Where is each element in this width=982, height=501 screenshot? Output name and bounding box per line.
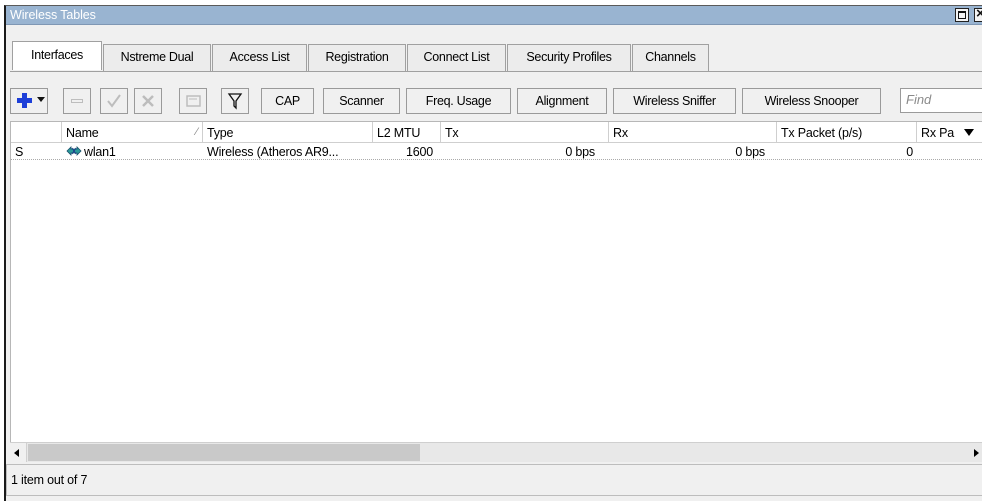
wireless-sniffer-button[interactable]: Wireless Sniffer <box>613 88 736 114</box>
scanner-label: Scanner <box>339 94 384 108</box>
table-header: Name ⁄ Type L2 MTU Tx Rx Tx Packet (p/s)… <box>11 122 982 143</box>
column-label: Type <box>207 126 234 140</box>
cap-button[interactable]: CAP <box>261 88 314 114</box>
wireless-sniffer-label: Wireless Sniffer <box>633 94 716 108</box>
arrow-right-icon[interactable] <box>974 449 979 457</box>
interfaces-table: Name ⁄ Type L2 MTU Tx Rx Tx Packet (p/s)… <box>10 121 982 458</box>
cap-label: CAP <box>275 94 300 108</box>
tab-security-profiles[interactable]: Security Profiles <box>507 44 631 71</box>
column-label: L2 MTU <box>377 126 421 140</box>
scanner-button[interactable]: Scanner <box>323 88 400 114</box>
filter-icon <box>227 93 243 110</box>
filter-button[interactable] <box>221 88 249 114</box>
column-header-name[interactable]: Name <box>62 122 203 143</box>
status-bar: 1 item out of 7 <box>6 464 982 496</box>
maximize-icon[interactable] <box>955 8 969 22</box>
wireless-snooper-label: Wireless Snooper <box>764 94 859 108</box>
column-label: Rx Pa <box>921 126 955 140</box>
tab-connect-list[interactable]: Connect List <box>407 44 506 71</box>
comment-button[interactable] <box>179 88 207 114</box>
disable-button[interactable] <box>134 88 162 114</box>
column-menu-chevron-icon[interactable] <box>964 129 974 136</box>
table-row[interactable]: S wlan1 Wireless (Atheros AR9... 1600 0 … <box>11 144 982 160</box>
tab-label: Interfaces <box>31 48 83 62</box>
tab-label: Registration <box>325 50 389 64</box>
column-header-l2-mtu[interactable]: L2 MTU <box>373 122 441 143</box>
check-icon <box>107 94 121 108</box>
scrollbar-thumb[interactable] <box>28 444 420 461</box>
tab-strip-divider <box>10 71 982 72</box>
enable-button[interactable] <box>100 88 128 114</box>
add-button[interactable] <box>10 88 48 114</box>
close-icon[interactable] <box>974 5 982 22</box>
cross-icon <box>142 95 154 107</box>
freq-usage-label: Freq. Usage <box>425 94 492 108</box>
column-label: Tx Packet (p/s) <box>781 126 863 140</box>
plus-icon <box>16 90 34 110</box>
column-header-type[interactable]: Type <box>203 122 373 143</box>
cell-flag: S <box>15 145 24 159</box>
column-header-tx[interactable]: Tx <box>441 122 609 143</box>
cell-tx-packet: 0 <box>906 145 913 159</box>
status-cell: 1 item out of 7 <box>6 465 982 496</box>
cell-l2-mtu: 1600 <box>405 145 433 159</box>
cell-name: wlan1 <box>66 144 201 160</box>
status-text: 1 item out of 7 <box>11 473 88 487</box>
column-header-tx-packet[interactable]: Tx Packet (p/s) <box>777 122 917 143</box>
column-header-rx[interactable]: Rx <box>609 122 777 143</box>
wireless-interface-icon <box>66 146 82 156</box>
tab-label: Security Profiles <box>526 50 612 64</box>
alignment-button[interactable]: Alignment <box>517 88 607 114</box>
cell-name-text: wlan1 <box>84 145 116 159</box>
cell-rx: 0 bps <box>735 145 765 159</box>
note-icon <box>186 95 201 107</box>
tab-nstreme-dual[interactable]: Nstreme Dual <box>103 44 211 71</box>
tab-channels[interactable]: Channels <box>632 44 709 71</box>
tab-label: Nstreme Dual <box>120 50 194 64</box>
tab-interfaces[interactable]: Interfaces <box>12 41 102 70</box>
remove-button[interactable] <box>63 88 91 114</box>
horizontal-scrollbar[interactable] <box>10 442 982 462</box>
arrow-left-icon <box>14 449 19 457</box>
column-label: Tx <box>445 126 459 140</box>
window-titlebar[interactable]: Wireless Tables <box>6 5 982 25</box>
freq-usage-button[interactable]: Freq. Usage <box>406 88 511 114</box>
cell-tx: 0 bps <box>565 145 595 159</box>
tab-label: Access List <box>229 50 290 64</box>
find-placeholder: Find <box>906 92 932 107</box>
tab-access-list[interactable]: Access List <box>212 44 307 71</box>
column-label: Rx <box>613 126 628 140</box>
chevron-down-icon <box>37 97 45 102</box>
tab-registration[interactable]: Registration <box>308 44 406 71</box>
column-header-flags[interactable] <box>11 122 62 143</box>
cell-type: Wireless (Atheros AR9... <box>207 145 339 159</box>
window-title: Wireless Tables <box>10 8 96 22</box>
sort-indicator-icon: ⁄ <box>196 126 198 138</box>
cell-rx-packet <box>917 144 977 160</box>
scroll-left-button[interactable] <box>10 443 27 462</box>
minus-icon <box>71 99 83 103</box>
tab-strip: Interfaces Nstreme Dual Access List Regi… <box>6 41 982 71</box>
tab-label: Connect List <box>423 50 490 64</box>
alignment-label: Alignment <box>535 94 589 108</box>
wireless-snooper-button[interactable]: Wireless Snooper <box>742 88 881 114</box>
column-label: Name <box>66 126 99 140</box>
tab-label: Channels <box>645 50 696 64</box>
find-input[interactable]: Find <box>900 88 982 113</box>
